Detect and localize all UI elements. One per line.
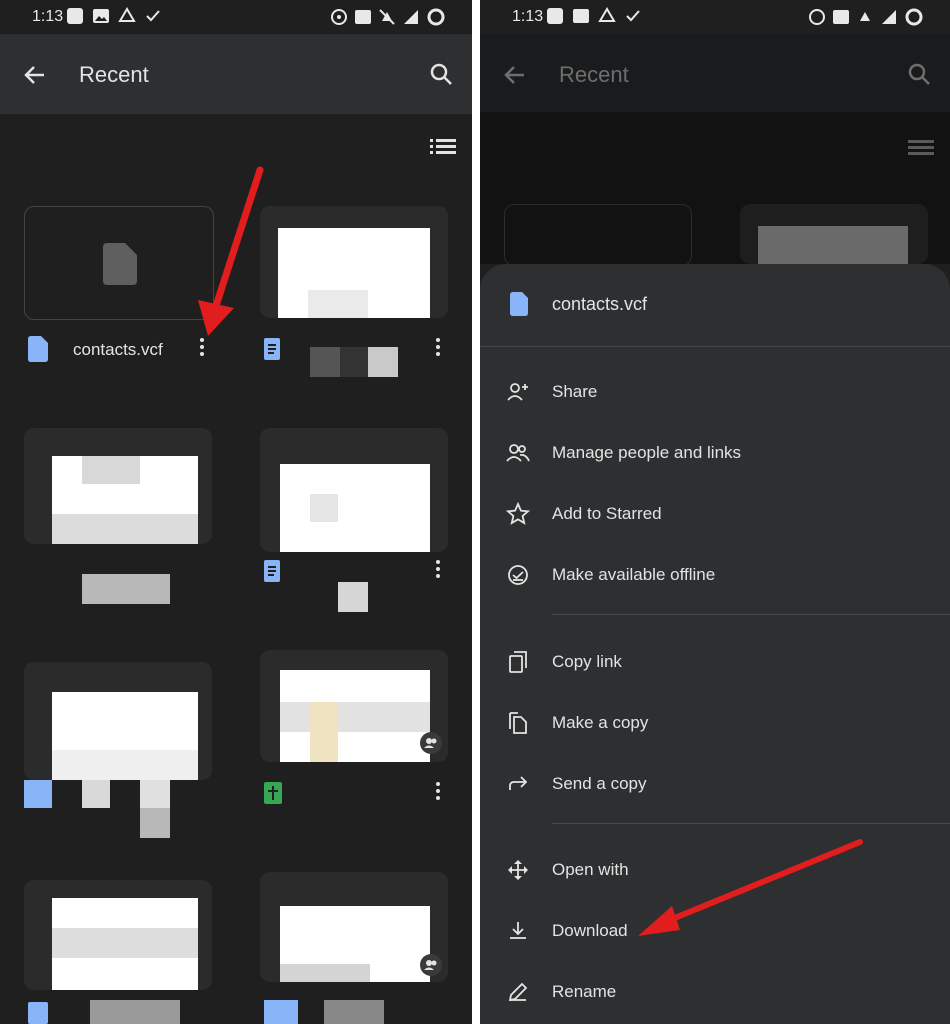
annotation-arrow — [638, 839, 863, 936]
annotation-arrow — [198, 166, 264, 336]
recent-screen-left: 1:13 Recent contacts.vcf — [0, 0, 472, 1024]
recent-screen-right: 1:13 Recent contacts.vcf Share Manage pe… — [480, 0, 950, 1024]
